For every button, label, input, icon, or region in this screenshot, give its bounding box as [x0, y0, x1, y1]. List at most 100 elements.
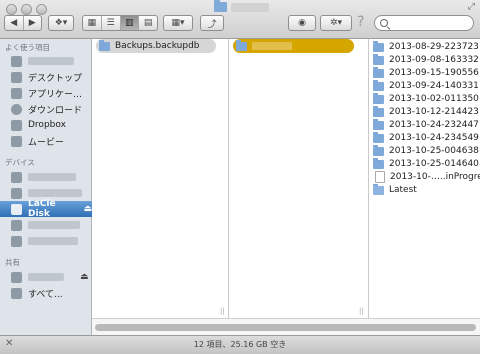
dropbox-icon [11, 119, 22, 131]
column-view-button[interactable]: ▥ [120, 16, 140, 30]
desktop-icon [11, 71, 22, 83]
sidebar-item-label: アプリケー… [28, 89, 83, 100]
list-item[interactable]: 2013-10-24-234549 [373, 131, 479, 145]
sidebar-item-label-redacted [28, 273, 64, 281]
column-1[interactable]: Backups.backupdb || [92, 39, 229, 318]
downloads-icon [11, 103, 22, 115]
zoom-button[interactable] [36, 4, 47, 15]
disk-icon [11, 219, 22, 231]
sidebar-item-label-redacted [28, 237, 78, 245]
sidebar-item-home[interactable] [0, 53, 92, 69]
sidebar-item-label: ムービー [28, 137, 65, 148]
sidebar-item-lacie-disk[interactable]: LaCie Disk ⏏ [0, 199, 92, 219]
applications-icon [11, 87, 22, 99]
action-gear-button[interactable]: ✲▾ [320, 15, 352, 31]
minimize-button[interactable] [21, 4, 32, 15]
disk-icon [11, 171, 22, 183]
list-item-label: 2013-09-08-163332 [389, 55, 479, 65]
list-item-label: 2013-10-02-011350 [389, 94, 479, 104]
sidebar-item-device[interactable] [0, 233, 92, 249]
help-icon[interactable]: ? [357, 14, 364, 30]
sidebar-item-all-shared[interactable]: すべて... [0, 285, 92, 301]
list-item-label: 2013-08-29-223723 [389, 42, 479, 52]
sidebar-item-label-redacted [28, 173, 76, 181]
sidebar-item-movies[interactable]: ムービー [0, 133, 92, 149]
list-item-label-redacted [252, 42, 292, 50]
scrollbar-thumb[interactable] [95, 324, 476, 331]
folder-icon [214, 0, 227, 12]
dropbox-menu-button[interactable]: ❖▾ [48, 15, 74, 31]
forward-button[interactable]: ▶ [24, 16, 42, 30]
horizontal-scrollbar[interactable] [92, 318, 480, 336]
external-disk-icon [11, 203, 22, 215]
column-3[interactable]: 2013-08-29-223723 2013-09-08-163332 2013… [369, 39, 480, 318]
sidebar-item-label: ダウンロード [28, 105, 83, 116]
sidebar-item-dropbox[interactable]: Dropbox [0, 117, 92, 133]
folder-icon [373, 118, 384, 130]
window-title-redacted [231, 2, 269, 12]
folder-icon [373, 131, 384, 143]
toolbar: ⤢ ◀ ▶ ❖▾ ▦ ☰ ▥ ▤ ▦▾ ⤴ ◉ ✲▾ ? [0, 0, 480, 39]
folder-icon [236, 39, 247, 51]
list-item-inprogress[interactable]: 2013-10-…..inProgress [373, 170, 480, 184]
sidebar-header-favorites: よく使う項目 [5, 43, 50, 52]
icon-view-button[interactable]: ▦ [83, 16, 102, 30]
back-button[interactable]: ◀ [5, 16, 24, 30]
column-2[interactable]: || [229, 39, 369, 318]
eject-icon[interactable]: ⏏ [83, 204, 92, 214]
list-item[interactable]: 2013-10-24-232447 [373, 118, 479, 132]
sidebar-item-label-redacted [28, 57, 74, 65]
folder-icon [373, 105, 384, 117]
list-item-machine[interactable] [233, 39, 354, 53]
folder-icon [373, 66, 384, 78]
column-resize-handle[interactable]: || [220, 307, 225, 315]
sidebar-item-device[interactable] [0, 169, 92, 185]
folder-icon [373, 40, 384, 52]
sidebar-item-device[interactable] [0, 217, 92, 233]
list-item[interactable]: 2013-09-15-190556 [373, 66, 479, 80]
sidebar-item-applications[interactable]: アプリケー… [0, 85, 92, 101]
quicklook-button[interactable]: ◉ [288, 15, 316, 31]
folder-icon [373, 79, 384, 91]
list-item[interactable]: 2013-08-29-223723 [373, 40, 479, 54]
list-item-label: 2013-10-24-234549 [389, 133, 479, 143]
list-item-backupsdb[interactable]: Backups.backupdb [96, 39, 216, 53]
share-button[interactable]: ⤴ [200, 15, 224, 31]
document-icon [375, 171, 385, 183]
sidebar-item-desktop[interactable]: デスクトップ [0, 69, 92, 85]
list-item-label: 2013-10-24-232447 [389, 120, 479, 130]
list-item[interactable]: 2013-10-02-011350 [373, 92, 479, 106]
sidebar-header-devices: デバイス [5, 158, 35, 167]
fullscreen-arrows-icon[interactable]: ⤢ [468, 2, 475, 12]
sidebar-item-label-redacted [28, 189, 82, 197]
list-item[interactable]: 2013-10-25-004638 [373, 144, 479, 158]
status-text: 12 項目、25.16 GB 空き [193, 340, 287, 349]
home-icon [11, 55, 22, 67]
list-item-latest[interactable]: Latest [373, 183, 417, 197]
list-item-label: 2013-10-25-014640 [389, 159, 479, 169]
list-item[interactable]: 2013-10-25-014640 [373, 157, 479, 171]
sidebar-item-label: Dropbox [28, 120, 66, 130]
list-item[interactable]: 2013-09-24-140331 [373, 79, 479, 93]
finder-window: ⤢ ◀ ▶ ❖▾ ▦ ☰ ▥ ▤ ▦▾ ⤴ ◉ ✲▾ ? よく使う項目 デスクト… [0, 0, 480, 354]
sidebar-item-shared-host[interactable]: ⏏ [0, 269, 92, 285]
arrange-button[interactable]: ▦▾ [163, 15, 193, 31]
list-item-label: 2013-09-15-190556 [389, 68, 479, 78]
list-view-button[interactable]: ☰ [102, 16, 121, 30]
disk-icon [11, 235, 22, 247]
search-input[interactable] [374, 15, 474, 31]
sidebar-item-label: すべて... [28, 289, 63, 300]
coverflow-view-button[interactable]: ▤ [139, 16, 157, 30]
list-item-label: 2013-10-…..inProgress [390, 172, 480, 182]
close-button[interactable] [6, 4, 17, 15]
nav-back-forward: ◀ ▶ [4, 15, 42, 31]
list-item[interactable]: 2013-09-08-163332 [373, 53, 479, 67]
sidebar-header-shared: 共有 [5, 258, 20, 267]
list-item[interactable]: 2013-10-12-214423 [373, 105, 479, 119]
sidebar-item-label: LaCie Disk [28, 199, 56, 219]
column-resize-handle[interactable]: || [359, 307, 364, 315]
folder-icon [373, 144, 384, 156]
eject-icon[interactable]: ⏏ [80, 272, 89, 282]
sidebar-item-label: デスクトップ [28, 73, 83, 84]
sidebar-item-downloads[interactable]: ダウンロード [0, 101, 92, 117]
